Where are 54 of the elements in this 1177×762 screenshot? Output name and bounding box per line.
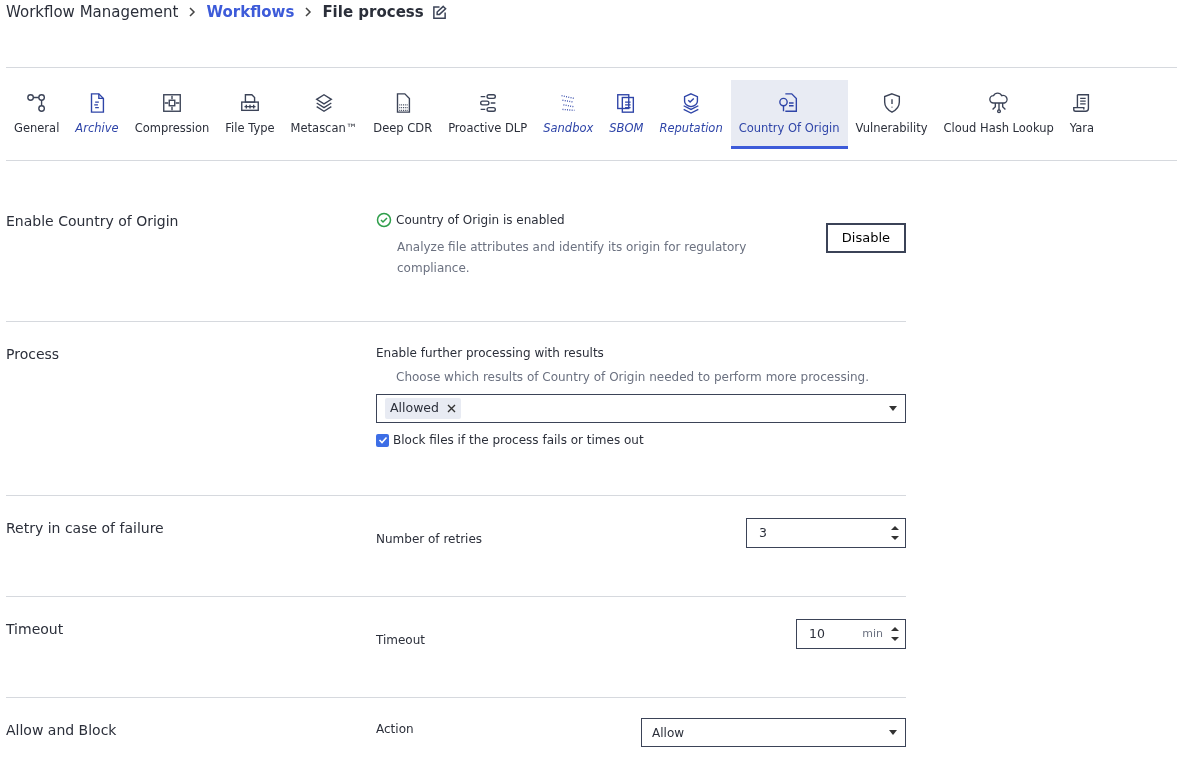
section-title: Retry in case of failure [6, 519, 165, 538]
spinner-icon[interactable] [891, 625, 899, 643]
compress-icon [160, 92, 183, 114]
multiselect-field[interactable]: Allowed [376, 394, 906, 423]
tab[interactable]: Metascan™ [282, 80, 366, 149]
tab[interactable]: Compression [126, 80, 218, 149]
section-title: Enable Country of Origin [6, 212, 180, 231]
field-label: Timeout [376, 632, 426, 649]
tab[interactable]: Country Of Origin [730, 80, 848, 149]
field-value: Allow [652, 724, 685, 742]
tab[interactable]: File Type [217, 80, 283, 149]
cloud-network-icon [987, 92, 1010, 114]
field-value: 10 [809, 624, 825, 643]
tag-label: Allowed [390, 399, 439, 418]
tab[interactable]: Reputation [651, 80, 731, 149]
field-label: Action [376, 721, 414, 738]
close-icon[interactable] [447, 404, 456, 413]
disable-button[interactable]: Disable [825, 223, 906, 253]
tab[interactable]: Deep CDR [365, 80, 441, 149]
nodes-icon [25, 92, 48, 114]
breadcrumb-link[interactable]: Workflows [206, 0, 295, 24]
section-title: Process [6, 345, 61, 364]
caret-icon [889, 406, 897, 411]
field-value: 3 [759, 523, 767, 542]
description: Analyze file attributes and identify its origin for regulatory compliance. [397, 239, 748, 277]
tag[interactable]: Allowed [385, 398, 461, 419]
section-title: Timeout [6, 620, 65, 639]
hint-text: Choose which results of Country of Origin needed to perform more processing. [396, 369, 870, 386]
tab[interactable]: Yara [1061, 80, 1103, 149]
chevron-icon [188, 7, 197, 17]
caret-icon [889, 730, 897, 735]
tab[interactable]: Proactive DLP [440, 80, 536, 149]
tab[interactable]: SBOM [601, 80, 652, 149]
status-text: Country of Origin is enabled [396, 212, 565, 229]
tab[interactable]: Archive [67, 80, 127, 149]
number-field[interactable]: 3 [746, 518, 906, 548]
printer-icon [238, 92, 261, 114]
chevron-icon [304, 7, 313, 17]
unit-label: min [862, 625, 883, 642]
tab[interactable]: Cloud Hash Lookup [935, 80, 1062, 149]
edit-icon[interactable] [431, 4, 447, 20]
tab[interactable]: Sandbox [535, 80, 602, 149]
field-label: Enable further processing with results [376, 345, 605, 362]
breadcrumb-current: File process [322, 1, 424, 23]
section-title: Allow and Block [6, 721, 118, 740]
field-label: Number of retries [376, 531, 483, 548]
select-field[interactable]: Allow [641, 718, 906, 747]
number-field[interactable]: 10 min [796, 619, 906, 649]
spinner-icon[interactable] [891, 524, 899, 542]
checkbox-label: Block files if the process fails or times out [393, 432, 644, 449]
checkbox[interactable] [376, 433, 389, 447]
tab[interactable]: Vulnerability [847, 80, 936, 149]
tab[interactable]: General [6, 80, 68, 149]
breadcrumb-item[interactable]: Workflow Management [6, 0, 179, 24]
